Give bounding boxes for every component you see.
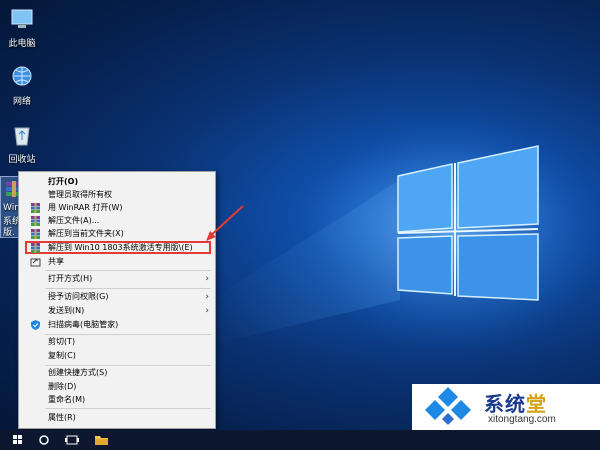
menu-item-label: 授予访问权限(G)	[48, 292, 109, 301]
menu-item-label: 用 WinRAR 打开(W)	[48, 203, 123, 212]
desktop-icon-this-pc[interactable]: 此电脑	[0, 6, 44, 49]
desktop-icon-label: 网络	[12, 97, 31, 107]
menu-item-open-with-winrar[interactable]: 用 WinRAR 打开(W)	[19, 202, 215, 214]
file-name-line: 版.	[3, 228, 15, 238]
network-icon	[12, 66, 32, 86]
shield-icon	[31, 320, 40, 330]
menu-item-label: 属性(R)	[48, 413, 76, 422]
menu-item-rename[interactable]: 重命名(M)	[19, 394, 215, 406]
menu-item-give-access[interactable]: 授予访问权限(G) ›	[19, 291, 215, 303]
file-explorer-button[interactable]	[87, 430, 115, 450]
menu-item-label: 解压文件(A)...	[48, 216, 100, 225]
context-menu: 打开(O) 管理员取得所有权 用 WinRAR 打开(W) 解压文件(A)...…	[18, 171, 216, 429]
menu-item-label: 管理员取得所有权	[48, 190, 112, 199]
site-watermark-logo: 系统堂 xitongtang.com	[412, 384, 600, 430]
menu-separator	[45, 365, 211, 366]
menu-item-label: 共享	[48, 257, 64, 266]
windows-start-icon	[13, 435, 22, 444]
menu-item-properties[interactable]: 属性(R)	[19, 412, 215, 424]
menu-separator	[45, 288, 211, 289]
desktop-icon-network[interactable]: 网络	[0, 64, 44, 107]
menu-item-extract-here[interactable]: 解压到当前文件夹(X)	[19, 228, 215, 240]
winrar-icon	[31, 243, 40, 253]
menu-item-label: 发送到(N)	[48, 306, 85, 315]
start-button[interactable]	[4, 430, 32, 450]
desktop-icon-label: 回收站	[8, 155, 36, 165]
logo-title-main: 系统	[484, 392, 526, 416]
task-view-button[interactable]	[58, 430, 86, 450]
taskbar	[0, 430, 600, 450]
menu-item-delete[interactable]: 删除(D)	[19, 381, 215, 393]
menu-item-send-to[interactable]: 发送到(N) ›	[19, 305, 215, 317]
menu-item-scan-virus[interactable]: 扫描病毒(电脑管家)	[19, 319, 215, 331]
share-icon	[30, 258, 41, 267]
menu-item-take-ownership[interactable]: 管理员取得所有权	[19, 189, 215, 201]
chevron-right-icon: ›	[205, 292, 209, 302]
menu-item-label: 打开方式(H)	[48, 274, 93, 283]
file-explorer-icon	[95, 436, 108, 445]
task-view-icon	[65, 435, 79, 445]
desktop-icon-label: 此电脑	[8, 39, 36, 49]
menu-item-label: 解压到当前文件夹(X)	[48, 229, 124, 238]
menu-item-label: 复制(C)	[48, 351, 76, 360]
logo-title-accent: 堂	[526, 392, 547, 416]
menu-item-label: 扫描病毒(电脑管家)	[48, 320, 119, 329]
menu-separator	[45, 408, 211, 409]
recycle-bin-icon	[14, 127, 30, 146]
cortana-button[interactable]	[30, 430, 58, 450]
menu-item-open-with[interactable]: 打开方式(H) ›	[19, 273, 215, 285]
menu-item-label: 打开(O)	[48, 177, 79, 186]
chevron-right-icon: ›	[205, 274, 209, 284]
menu-item-extract-files[interactable]: 解压文件(A)...	[19, 215, 215, 227]
winrar-icon	[31, 229, 40, 239]
computer-icon	[11, 9, 33, 28]
menu-item-extract-to-folder[interactable]: 解压到 Win10 1803系统激活专用版\(E)	[19, 242, 215, 254]
winrar-icon	[31, 216, 40, 226]
menu-item-label: 重命名(M)	[48, 395, 86, 404]
menu-item-label: 创建快捷方式(S)	[48, 368, 108, 377]
menu-item-copy[interactable]: 复制(C)	[19, 350, 215, 362]
menu-item-open[interactable]: 打开(O)	[19, 176, 215, 188]
logo-url: xitongtang.com	[488, 414, 556, 425]
cortana-circle-icon	[39, 435, 49, 445]
menu-item-create-shortcut[interactable]: 创建快捷方式(S)	[19, 367, 215, 379]
menu-separator	[45, 270, 211, 271]
chevron-right-icon: ›	[205, 306, 209, 316]
desktop-icon-recycle-bin[interactable]: 回收站	[0, 122, 44, 165]
menu-item-label: 删除(D)	[48, 382, 77, 391]
menu-separator	[45, 334, 211, 335]
menu-item-label: 剪切(T)	[48, 337, 76, 346]
menu-item-cut[interactable]: 剪切(T)	[19, 336, 215, 348]
menu-item-share[interactable]: 共享	[19, 256, 215, 268]
winrar-icon	[31, 203, 40, 213]
logo-title: 系统堂	[484, 388, 547, 417]
menu-item-label: 解压到 Win10 1803系统激活专用版\(E)	[48, 243, 193, 252]
logo-diamond-icon	[425, 387, 471, 425]
